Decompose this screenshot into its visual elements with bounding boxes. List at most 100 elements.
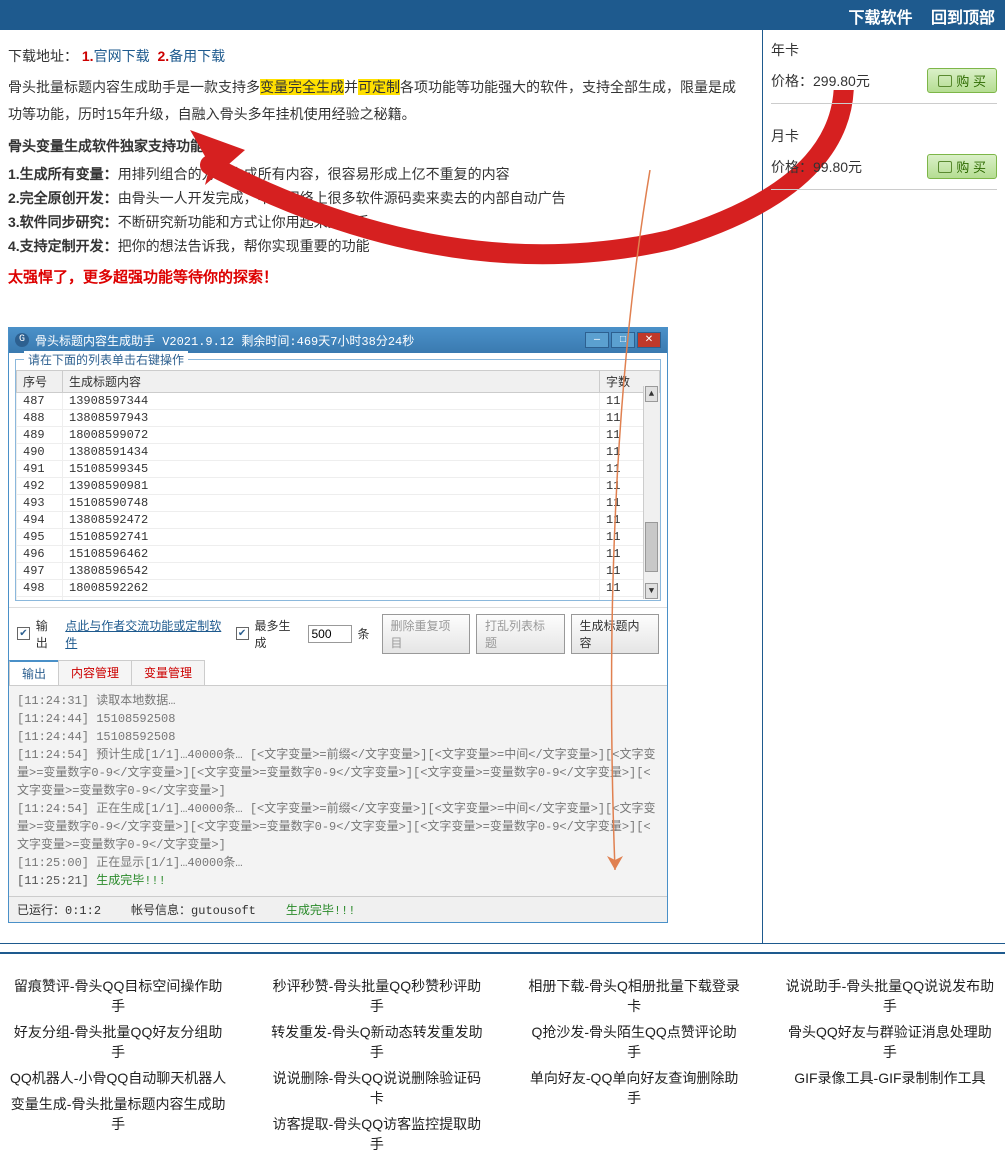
footer-link[interactable]: 说说删除-骨头QQ说说删除验证码卡 [268,1068,485,1108]
maximize-button[interactable]: □ [611,332,635,348]
download-backup[interactable]: 备用下载 [169,48,225,64]
runtime-value: 0:1:2 [65,904,101,918]
back-to-top-link[interactable]: 回到顶部 [931,10,995,27]
table-row[interactable]: 4911510859934511 [17,460,660,477]
footer-column: 相册下载-骨头Q相册批量下载登录卡 Q抢沙发-骨头陌生QQ点赞评论助手单向好友-Q… [526,970,743,1160]
footer-link[interactable]: 相册下载-骨头Q相册批量下载登录卡 [526,976,743,1016]
feature-3: 3.软件同步研究：不断研究新功能和方式让你用起来更顺手 [8,212,748,232]
buy-button[interactable]: 购 买 [927,68,997,93]
table-row[interactable]: 4901380859143411 [17,443,660,460]
pricing-column: 年卡价格：299.80元购 买月卡价格：99.80元购 买 [763,30,1005,943]
contact-author-link[interactable]: 点此与作者交流功能或定制软件 [65,617,229,651]
feature-2-text: 由骨头一人开发完成，不像网络上很多软件源码卖来卖去的内部自动广告 [118,190,566,206]
generate-button[interactable]: 生成标题内容 [571,614,660,654]
feature-title: 骨头变量生成软件独家支持功能： [8,133,748,160]
cell-content: 15108590748 [63,494,600,511]
download-official[interactable]: 官网下载 [94,48,150,64]
log-line: [11:24:44] 15108592508 [17,710,659,728]
table-row[interactable]: 4871390859734411 [17,392,660,409]
col-index[interactable]: 序号 [17,370,63,392]
table-scrollbar[interactable]: ▲ ▼ [643,386,659,599]
maxgen-input[interactable] [308,625,352,643]
cell-index: 490 [17,443,63,460]
log-tabs: 输出 内容管理 变量管理 [9,660,667,686]
tab-var-mgmt[interactable]: 变量管理 [131,660,205,685]
list-groupbox: 请在下面的列表单击右键操作 序号 生成标题内容 字数 4871390859734… [15,359,661,601]
cell-index: 488 [17,409,63,426]
maxgen-checkbox[interactable]: ✔ [236,627,249,640]
cart-icon [938,161,952,173]
feature-2-label: 2.完全原创开发： [8,190,118,206]
table-row[interactable]: 4891800859907211 [17,426,660,443]
cell-content: 13808592472 [63,511,600,528]
content-column: 下载地址： 1.官网下载 2.备用下载 骨头批量标题内容生成助手是一款支持多变量… [0,30,763,943]
strong-slogan: 太强悍了，更多超强功能等待你的探索！ [8,266,748,287]
runtime-label: 已运行： [17,904,65,918]
footer-link[interactable]: 说说助手-骨头批量QQ说说发布助手 [783,976,997,1016]
table-row[interactable]: 4981800859226211 [17,579,660,596]
cell-content: 13908590981 [63,477,600,494]
footer-link[interactable]: 变量生成-骨头批量标题内容生成助手 [8,1094,228,1134]
cell-content: 18008592262 [63,579,600,596]
account-value: gutousoft [191,904,256,918]
footer-link[interactable]: 访客提取-骨头QQ访客监控提取助手 [268,1114,485,1154]
cell-content: 18008599072 [63,426,600,443]
footer-link[interactable]: 留痕赞评-骨头QQ目标空间操作助手 [8,976,228,1016]
log-line: [11:24:54] 预计生成[1/1]…40000条… [<文字变量>=前缀<… [17,746,659,800]
desc-highlight-2: 可定制 [358,79,400,95]
table-row[interactable]: 4931510859074811 [17,494,660,511]
footer-column: 说说助手-骨头批量QQ说说发布助手骨头QQ好友与群验证消息处理助手 GIF录像工具… [783,970,997,1160]
download-link[interactable]: 下载软件 [849,10,913,27]
close-button[interactable]: ✕ [637,332,661,348]
groupbox-title: 请在下面的列表单击右键操作 [24,351,188,368]
footer-link[interactable]: 转发重发-骨头Q新动态转发重发助手 [268,1022,485,1062]
download-num2: 2. [157,48,169,64]
download-num1: 1. [82,48,94,64]
footer-link[interactable]: 秒评秒赞-骨头批量QQ秒赞秒评助手 [268,976,485,1016]
footer-link[interactable]: 单向好友-QQ单向好友查询删除助手 [526,1068,743,1108]
plan-price: 价格：99.80元 [771,157,862,177]
feature-4: 4.支持定制开发：把你的想法告诉我，帮你实现重要的功能 [8,236,748,256]
plan-name: 月卡 [771,126,997,146]
feature-1: 1.生成所有变量：用排列组合的方式生成所有内容，很容易形成上亿不重复的内容 [8,164,748,184]
feature-4-label: 4.支持定制开发： [8,238,118,254]
footer-link[interactable]: 好友分组-骨头批量QQ好友分组助手 [8,1022,228,1062]
cell-index: 499 [17,596,63,600]
desc-text-1: 骨头批量标题内容生成助手是一款支持多 [8,79,260,95]
footer-link[interactable]: 骨头QQ好友与群验证消息处理助手 [783,1022,997,1062]
log-area: [11:24:31] 读取本地数据…[11:24:44] 15108592508… [9,686,667,896]
scroll-up-icon[interactable]: ▲ [645,386,658,402]
shuffle-button[interactable]: 打乱列表标题 [476,614,565,654]
minimize-button[interactable]: — [585,332,609,348]
table-row[interactable]: 4971380859654211 [17,562,660,579]
remove-dup-button[interactable]: 删除重复项目 [382,614,471,654]
table-row[interactable]: 4961510859646211 [17,545,660,562]
output-label: 输出 [36,617,60,651]
scroll-down-icon[interactable]: ▼ [645,583,658,599]
output-checkbox[interactable]: ✔ [17,627,30,640]
table-row[interactable]: 4941380859247211 [17,511,660,528]
footer-link[interactable]: GIF录像工具-GIF录制制作工具 [783,1068,997,1088]
table-row[interactable]: 4881380859794311 [17,409,660,426]
cell-index: 495 [17,528,63,545]
buy-button[interactable]: 购 买 [927,154,997,179]
table-row[interactable]: 4991800859166311 [17,596,660,600]
cart-icon [938,75,952,87]
cell-index: 487 [17,392,63,409]
data-table[interactable]: 序号 生成标题内容 字数 487139085973441148813808597… [16,370,660,600]
table-row[interactable]: 4951510859274111 [17,528,660,545]
tab-content-mgmt[interactable]: 内容管理 [58,660,132,685]
scroll-thumb[interactable] [645,522,658,572]
cell-index: 496 [17,545,63,562]
col-content[interactable]: 生成标题内容 [63,370,600,392]
tab-output[interactable]: 输出 [9,660,59,685]
table-row[interactable]: 4921390859098111 [17,477,660,494]
feature-3-label: 3.软件同步研究： [8,214,118,230]
price-block: 月卡价格：99.80元 购 买 [771,126,997,194]
footer-column: 留痕赞评-骨头QQ目标空间操作助手好友分组-骨头批量QQ好友分组助手 QQ机器人-… [8,970,228,1160]
log-line: [11:25:00] 正在显示[1/1]…40000条… [17,854,659,872]
footer-link[interactable]: QQ机器人-小骨QQ自动聊天机器人 [8,1068,228,1088]
toolbar-row: ✔ 输出 点此与作者交流功能或定制软件 ✔ 最多生成 条 删除重复项目 打乱列表… [9,607,667,660]
header-title-scribble [10,2,430,28]
footer-link[interactable]: Q抢沙发-骨头陌生QQ点赞评论助手 [526,1022,743,1062]
